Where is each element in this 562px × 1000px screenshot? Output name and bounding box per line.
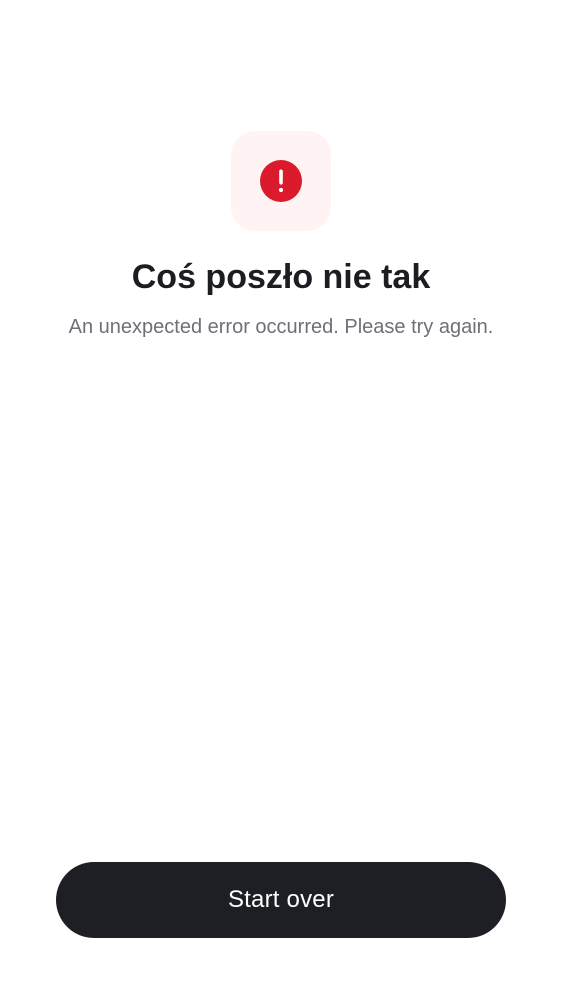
error-icon-tile	[231, 131, 331, 231]
start-over-button[interactable]: Start over	[56, 862, 506, 938]
error-message: An unexpected error occurred. Please try…	[68, 316, 494, 338]
error-screen: Coś poszło nie tak An unexpected error o…	[0, 0, 562, 1000]
error-title: Coś poszło nie tak	[131, 258, 431, 296]
exclamation-circle-icon	[260, 160, 302, 202]
